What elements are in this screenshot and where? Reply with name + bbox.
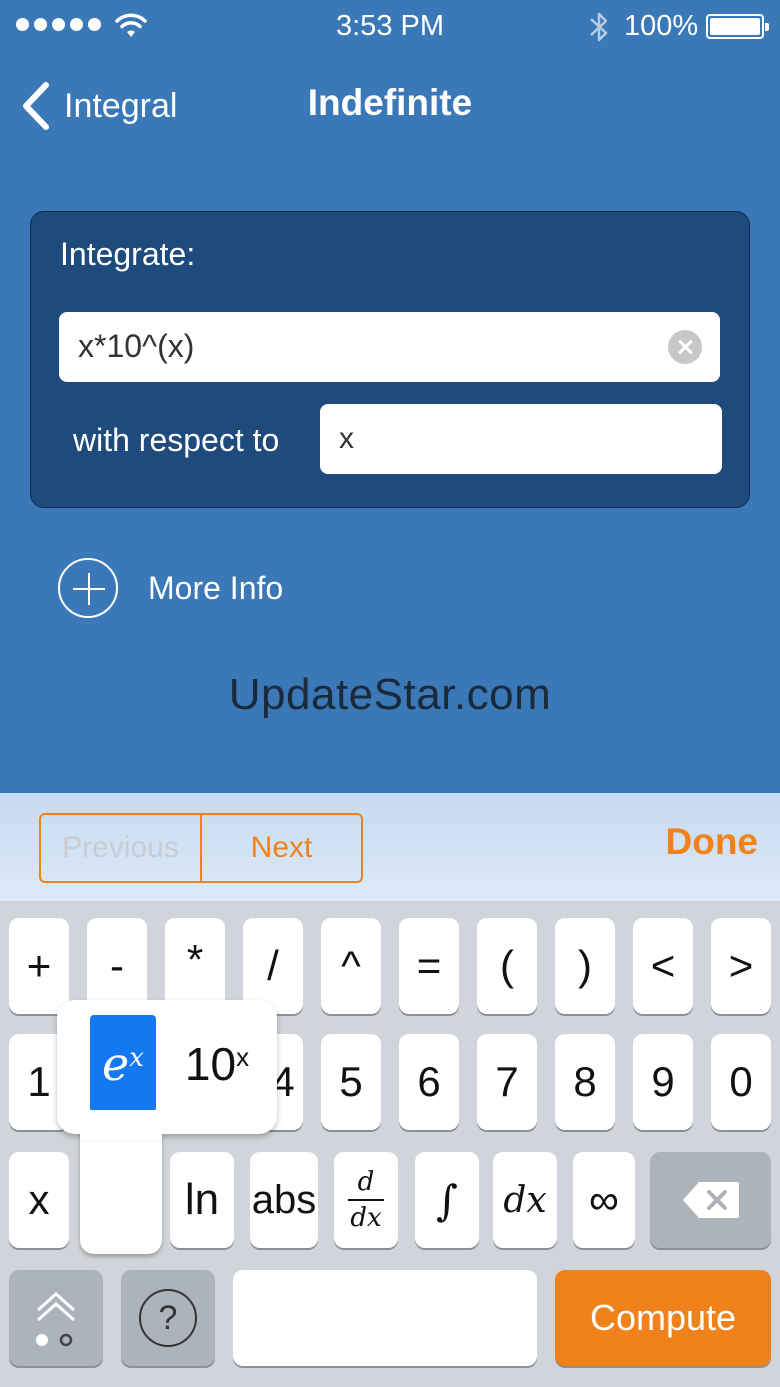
key-close-paren[interactable]: )	[555, 918, 615, 1014]
page-title: Indefinite	[307, 82, 473, 123]
help-button[interactable]: ?	[121, 1270, 215, 1366]
key-ln[interactable]: ln	[170, 1152, 234, 1248]
popup-option-10-power-x[interactable]: 10 x	[169, 1015, 265, 1112]
help-label: ?	[158, 1298, 178, 1337]
with-respect-to-label: with respect to	[73, 422, 280, 458]
popup-stem	[80, 1120, 162, 1254]
compute-button[interactable]: Compute	[555, 1270, 771, 1366]
battery-percent: 100%	[624, 10, 699, 42]
key-5[interactable]: 5	[321, 1034, 381, 1130]
popup-10-exponent: x	[236, 1042, 250, 1072]
key-dx[interactable]: dx	[493, 1152, 557, 1248]
key-6[interactable]: 6	[399, 1034, 459, 1130]
watermark: UpdateStar.com	[228, 670, 552, 719]
key-0[interactable]: 0	[711, 1034, 771, 1130]
popup-stem-joint	[80, 1110, 162, 1140]
space-key[interactable]	[233, 1270, 537, 1366]
popup-e-exponent: x	[129, 1042, 144, 1073]
key-plus[interactable]: +	[9, 918, 69, 1014]
variable-input[interactable]: x	[320, 404, 722, 474]
backspace-icon	[682, 1182, 739, 1218]
done-button[interactable]: Done	[666, 821, 759, 863]
key-7[interactable]: 7	[477, 1034, 537, 1130]
clear-icon[interactable]	[668, 330, 702, 364]
keyboard-switch-icon	[36, 1291, 75, 1347]
derivative-numerator: d	[357, 1167, 375, 1197]
key-8[interactable]: 8	[555, 1034, 615, 1130]
help-icon: ?	[139, 1289, 197, 1347]
key-infinity[interactable]: ∞	[573, 1152, 635, 1248]
bluetooth-icon	[590, 12, 608, 42]
key-derivative[interactable]: d dx	[334, 1152, 398, 1248]
key-greater-than[interactable]: >	[711, 918, 771, 1014]
key-integral[interactable]: ∫	[415, 1152, 479, 1248]
popup-10-base: 10	[184, 1037, 237, 1090]
key-equals[interactable]: =	[399, 918, 459, 1014]
integral-symbol: ∫	[436, 1175, 458, 1225]
prev-next-control: Previous Next	[39, 813, 363, 883]
expression-value: x*10^(x)	[78, 328, 195, 364]
key-x[interactable]: x	[9, 1152, 69, 1248]
key-abs[interactable]: abs	[250, 1152, 318, 1248]
key-caret[interactable]: ^	[321, 918, 381, 1014]
next-button[interactable]: Next	[202, 815, 361, 881]
more-info-button[interactable]: More Info	[58, 558, 283, 618]
backspace-button[interactable]	[650, 1152, 771, 1248]
key-less-than[interactable]: <	[633, 918, 693, 1014]
popup-option-e-power-x[interactable]: ex	[90, 1015, 156, 1112]
battery-icon	[706, 14, 769, 39]
derivative-denominator: dx	[350, 1203, 382, 1233]
expression-input[interactable]: x*10^(x)	[59, 312, 720, 382]
key-9[interactable]: 9	[633, 1034, 693, 1130]
variable-value: x	[339, 422, 354, 455]
popup-e-base: e	[102, 1036, 130, 1091]
dx-symbol: dx	[503, 1179, 547, 1221]
key-open-paren[interactable]: (	[477, 918, 537, 1014]
previous-button[interactable]: Previous	[41, 815, 202, 881]
integrate-panel: Integrate: x*10^(x) with respect to x	[30, 211, 750, 508]
keyboard-toolbar: Previous Next Done	[0, 793, 780, 901]
integrate-label: Integrate:	[60, 236, 196, 272]
keyboard-switch-button[interactable]	[9, 1270, 103, 1366]
derivative-fraction: d dx	[348, 1169, 384, 1231]
more-info-label: More Info	[148, 569, 284, 606]
status-bar: 3:53 PM 100%	[0, 0, 780, 56]
plus-circle-icon	[58, 558, 118, 618]
